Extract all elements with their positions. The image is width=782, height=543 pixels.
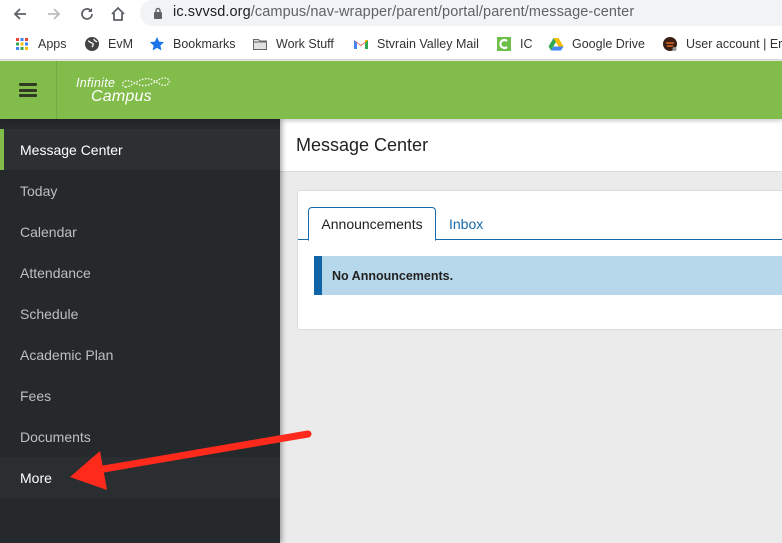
message-center-card: Announcements Inbox No Announcements. — [297, 190, 782, 330]
infinite-campus-logo[interactable]: Infinite Campus — [76, 73, 176, 109]
home-button[interactable] — [106, 2, 130, 26]
bookmark-label: EvM — [108, 37, 133, 51]
bookmark-label: Stvrain Valley Mail — [377, 37, 479, 51]
address-bar[interactable]: ic.svvsd.org/campus/nav-wrapper/parent/p… — [140, 0, 782, 26]
bookmark-ic[interactable]: IC — [496, 35, 533, 53]
google-drive-icon — [548, 38, 564, 51]
forward-arrow-icon — [48, 8, 61, 20]
sidebar-item-documents[interactable]: Documents — [0, 416, 280, 457]
folder-icon — [253, 39, 267, 50]
bookmark-bookmarks[interactable]: Bookmarks — [149, 35, 236, 53]
apps-grid-icon — [16, 38, 28, 50]
user-account-favicon — [663, 37, 677, 51]
infinity-swoosh-icon — [121, 77, 170, 88]
lock-icon — [154, 7, 162, 19]
back-button[interactable] — [8, 2, 32, 26]
page-title: Message Center — [296, 135, 429, 155]
sidebar-item-today[interactable]: Today — [0, 170, 280, 211]
app-header: Infinite Campus — [0, 61, 782, 119]
tab-bar: Announcements Inbox — [298, 207, 782, 241]
main-header: Message Center — [280, 119, 782, 172]
tab-inbox[interactable]: Inbox — [449, 207, 483, 240]
url-path: /campus/nav-wrapper/parent/portal/parent… — [250, 4, 635, 20]
bookmark-label: Google Drive — [572, 37, 645, 51]
bookmark-label: Bookmarks — [173, 37, 236, 51]
sidebar-item-attendance[interactable]: Attendance — [0, 252, 280, 293]
gmail-icon — [354, 40, 368, 49]
hamburger-menu-button[interactable] — [0, 61, 57, 119]
infinite-campus-icon — [497, 37, 511, 51]
star-icon — [149, 37, 165, 51]
tab-announcements[interactable]: Announcements — [308, 207, 436, 241]
reload-icon — [81, 8, 93, 20]
back-arrow-icon — [13, 8, 26, 20]
globe-icon — [85, 37, 99, 51]
sidebar-item-message-center[interactable]: Message Center — [0, 129, 280, 170]
bookmark-google-drive[interactable]: Google Drive — [548, 35, 645, 53]
bookmark-apps[interactable]: Apps — [14, 35, 67, 53]
bookmark-evm[interactable]: EvM — [84, 35, 133, 53]
bookmark-label: IC — [520, 37, 533, 51]
home-icon — [111, 6, 125, 21]
bookmark-stvrain-mail[interactable]: Stvrain Valley Mail — [353, 35, 479, 53]
sidebar-nav: Message Center Today Calendar Attendance… — [0, 119, 280, 543]
bookmarks-bar: Apps EvM Bookmarks Work Stuff Stvrain Va… — [0, 28, 782, 60]
bookmark-work-stuff[interactable]: Work Stuff — [252, 35, 334, 53]
sidebar-item-schedule[interactable]: Schedule — [0, 293, 280, 334]
reload-button[interactable] — [75, 2, 99, 26]
forward-button[interactable] — [42, 2, 66, 26]
sidebar-item-academic-plan[interactable]: Academic Plan — [0, 334, 280, 375]
bookmark-label: User account | Er — [686, 37, 782, 51]
sidebar-item-calendar[interactable]: Calendar — [0, 211, 280, 252]
bookmark-label: Apps — [38, 37, 67, 51]
bookmark-user-account[interactable]: User account | Er — [662, 35, 782, 53]
url-host: ic.svvsd.org — [173, 4, 251, 20]
browser-toolbar: ic.svvsd.org/campus/nav-wrapper/parent/p… — [0, 0, 782, 28]
bookmark-label: Work Stuff — [276, 37, 334, 51]
url-text: ic.svvsd.org/campus/nav-wrapper/parent/p… — [173, 4, 634, 20]
no-announcements-alert: No Announcements. — [314, 256, 782, 295]
sidebar-item-more[interactable]: More — [0, 457, 280, 498]
sidebar-item-fees[interactable]: Fees — [0, 375, 280, 416]
hamburger-icon — [19, 83, 37, 97]
